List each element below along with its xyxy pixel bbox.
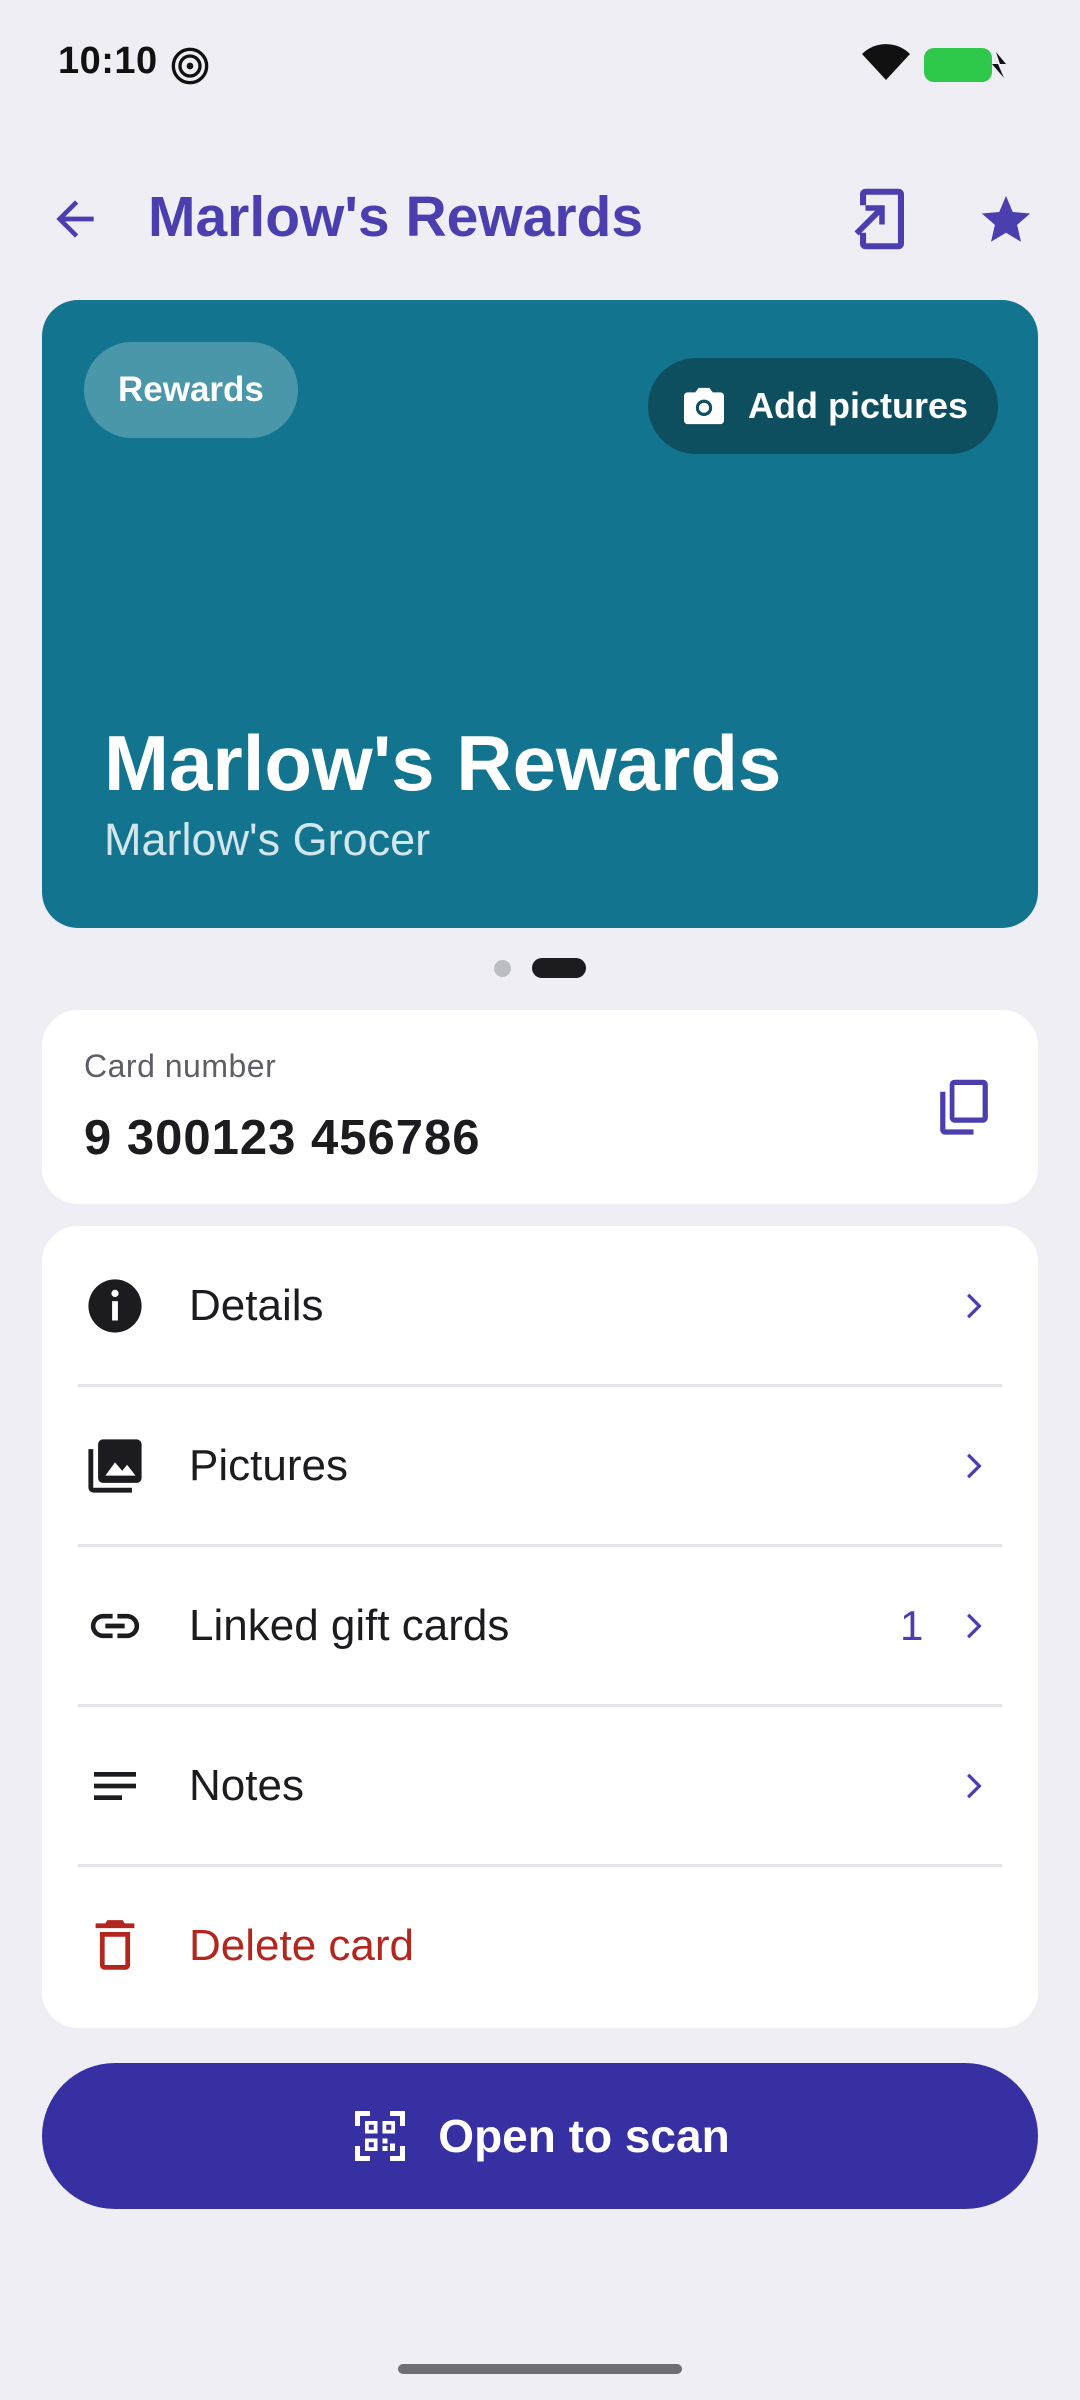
menu-item-delete-card[interactable]: Delete card [42, 1866, 1038, 2026]
camera-icon [684, 387, 724, 425]
add-pictures-label: Add pictures [748, 385, 969, 426]
open-to-scan-button[interactable]: Open to scan [42, 2063, 1038, 2209]
phone-link-icon [854, 188, 904, 250]
menu-label-details: Details [189, 1281, 324, 1330]
home-indicator[interactable] [398, 2364, 682, 2374]
link-icon [84, 1595, 146, 1657]
card-subtitle: Marlow's Grocer [104, 814, 431, 865]
copy-icon [940, 1079, 988, 1135]
menu-label-pictures: Pictures [189, 1441, 348, 1490]
card-menu: Details Pictures Linked gift cards 1 Not… [42, 1226, 1038, 2028]
arrow-back-icon [56, 200, 94, 238]
card-hero[interactable]: Rewards Add pictures Marlow's Rewards Ma… [42, 300, 1038, 928]
info-icon [84, 1275, 146, 1337]
add-to-home-button[interactable] [846, 180, 918, 258]
menu-label-linked-gift-cards: Linked gift cards [189, 1601, 510, 1650]
chevron-right-icon [952, 1283, 998, 1329]
page-indicator [0, 958, 1080, 978]
photo-library-icon [84, 1435, 146, 1497]
add-pictures-button[interactable]: Add pictures [648, 358, 998, 454]
page-dot-2-active[interactable] [532, 958, 586, 978]
status-bar: 10:10 [0, 0, 1080, 130]
notes-icon [84, 1755, 146, 1817]
menu-label-notes: Notes [189, 1761, 304, 1810]
linked-gift-cards-count: 1 [900, 1602, 924, 1649]
menu-item-notes[interactable]: Notes [42, 1706, 1038, 1866]
chevron-right-icon [952, 1763, 998, 1809]
chevron-right-icon [952, 1603, 998, 1649]
page-dot-1[interactable] [494, 960, 511, 977]
back-button[interactable] [40, 184, 110, 254]
copy-button[interactable] [928, 1070, 1000, 1142]
wifi-icon [862, 44, 910, 80]
card-number-label: Card number [84, 1048, 277, 1084]
menu-item-details[interactable]: Details [42, 1226, 1038, 1386]
spiral-icon [171, 47, 209, 85]
card-number-value: 9 300123 456786 [84, 1111, 481, 1165]
card-number-panel: Card number 9 300123 456786 [42, 1010, 1038, 1204]
menu-item-linked-gift-cards[interactable]: Linked gift cards 1 [42, 1546, 1038, 1706]
app-bar: Marlow's Rewards [0, 160, 1080, 270]
status-time: 10:10 [58, 40, 158, 82]
chevron-right-icon [952, 1443, 998, 1489]
page-title: Marlow's Rewards [148, 185, 644, 249]
card-type-chip: Rewards [84, 342, 298, 438]
trash-icon [84, 1915, 146, 1977]
card-title: Marlow's Rewards [104, 719, 782, 807]
star-icon [981, 195, 1031, 242]
qr-code-scan-icon [355, 2111, 406, 2161]
open-to-scan-label: Open to scan [438, 2110, 730, 2162]
menu-label-delete-card: Delete card [189, 1921, 415, 1970]
favorite-button[interactable] [970, 184, 1042, 256]
battery-charging-icon [924, 48, 1006, 82]
menu-item-pictures[interactable]: Pictures [42, 1386, 1038, 1546]
